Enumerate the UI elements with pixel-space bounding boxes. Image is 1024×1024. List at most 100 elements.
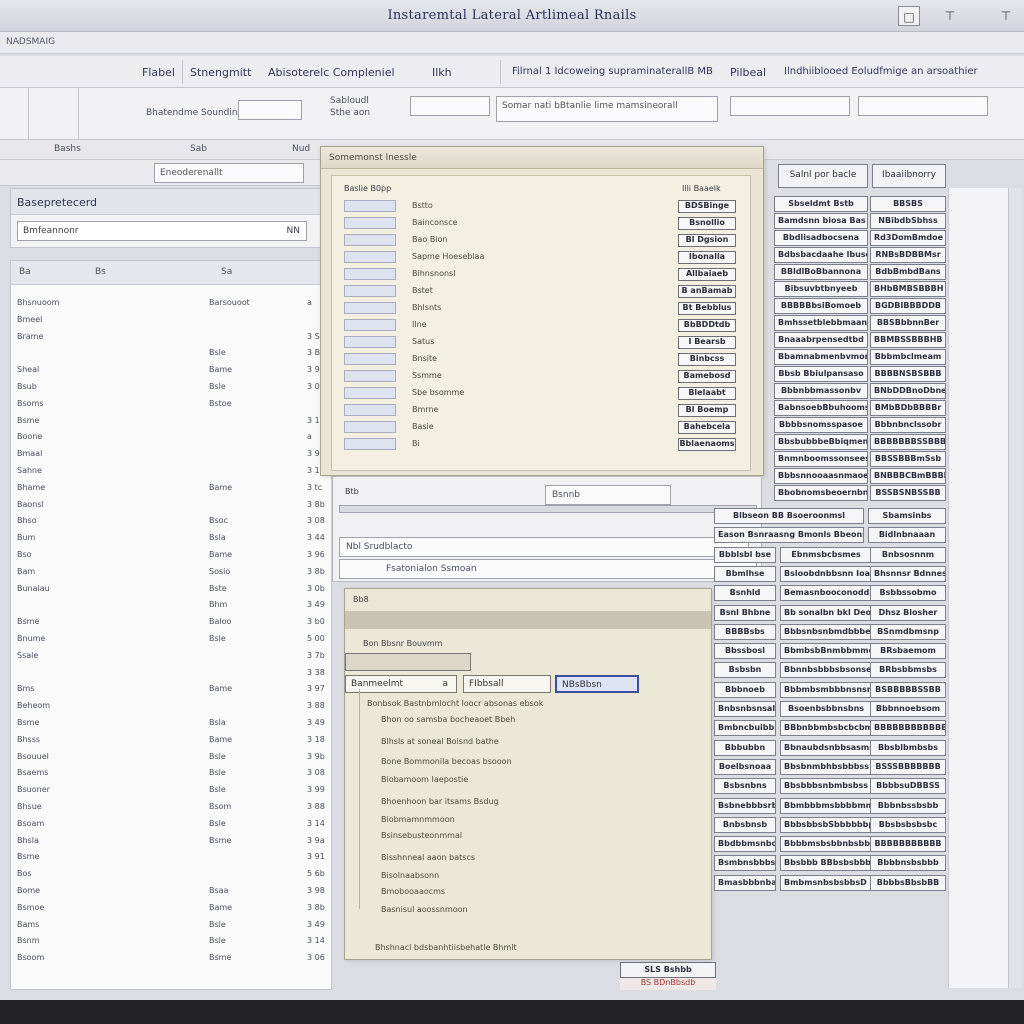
ribbon-field-2[interactable] <box>730 96 850 116</box>
grid-cell[interactable]: BBSSBBBmSsb <box>870 451 946 467</box>
panel-input[interactable]: Bmfeannonr NN <box>17 221 307 241</box>
grid-cell[interactable]: Bbmbbbmsbbbbmmaoe <box>780 797 872 814</box>
grid-cell[interactable]: Bbmlhse <box>714 565 776 582</box>
toolbar-item-6[interactable]: Ilndhiiblooed Eoludfmige an arsoathier <box>784 66 978 77</box>
grid-cell[interactable]: BRsbaemom <box>870 643 946 660</box>
list-row[interactable]: Bsmoe Bame 3 8b <box>11 900 331 916</box>
thumbnail[interactable] <box>344 217 396 229</box>
thumbnail[interactable] <box>344 251 396 263</box>
dialog-item[interactable]: Bainconsce <box>412 218 458 227</box>
grid-cell[interactable]: BNBBBCBmBBBE <box>870 468 946 484</box>
grid-cell[interactable]: Bsbnebbbsrb <box>714 797 776 814</box>
thumbnail[interactable] <box>344 404 396 416</box>
dialog-item[interactable]: Bao Bion <box>412 235 448 244</box>
list-row[interactable]: Bsle 3 B8 <box>11 345 331 361</box>
grid-cell[interactable]: Bsbsbn <box>714 662 776 679</box>
grid-cell[interactable]: Bbnnbsbbbsbsonse <box>780 662 872 679</box>
grid-header-1[interactable]: Ibaaiibnorry <box>872 164 946 188</box>
grid-cell[interactable]: Bbdlisadbocsena <box>774 230 868 246</box>
list-row[interactable]: Bsouuel Bsle 3 9b <box>11 749 331 765</box>
toolbar-item-2[interactable]: Abisoterelc Compleniel <box>268 66 395 79</box>
dialog-item[interactable]: Sapme Hoeseblaa <box>412 252 484 261</box>
pin-icon[interactable]: ⊤ <box>940 6 960 26</box>
grid-cell[interactable]: Bdbsbacdaahe lbuse <box>774 247 868 263</box>
grid-cell[interactable]: Bsloobdnbbsnn Ioaa <box>780 565 872 582</box>
list-row[interactable]: Bsme Baloo 3 b0 <box>11 614 331 630</box>
grid-cell[interactable]: RNBsBDBBMsr <box>870 247 946 263</box>
list-row[interactable]: Bsme 3 91 <box>11 849 331 865</box>
grid-cell[interactable]: Bbbmbclmeam <box>870 349 946 365</box>
grid-cell[interactable]: Ebnmsbcbsmes <box>780 546 872 563</box>
ribbon-input[interactable] <box>238 100 302 120</box>
detail-field-b[interactable]: FIbbsall <box>463 675 551 693</box>
grid-cell[interactable]: Bbbsnnooaasnmaoe <box>774 468 868 484</box>
thumbnail[interactable] <box>344 200 396 212</box>
grid-cell[interactable]: Bhsnnsr Bdnnes <box>870 565 946 582</box>
grid-cell[interactable]: BBBBNSBSBBB <box>870 366 946 382</box>
dialog-item[interactable]: Sbe bsomme <box>412 388 464 397</box>
grid-cell[interactable]: Bbnaubdsnbbsasms <box>780 739 872 756</box>
list-row[interactable]: Bsoom Bsme 3 06 <box>11 950 331 966</box>
grid-cell[interactable]: Eason Bsnraasng Bmonls Bbeonsboss <box>714 527 864 544</box>
list-row[interactable]: Beheom 3 88 <box>11 698 331 714</box>
dialog-item[interactable]: Bstet <box>412 286 433 295</box>
filter-input[interactable]: Eneoderenallt <box>154 163 304 183</box>
list-row[interactable]: Bhsue Bsom 3 88 <box>11 799 331 815</box>
list-row[interactable]: Boone a <box>11 429 331 445</box>
list-row[interactable]: Bam Sosio 3 8b <box>11 564 331 580</box>
thumbnail[interactable] <box>344 336 396 348</box>
list-row[interactable]: Brame 3 S1 <box>11 329 331 345</box>
grid-cell[interactable]: Bb sonalbn bkl Deoe <box>780 604 872 621</box>
vertical-scrollbar[interactable] <box>1008 188 1022 988</box>
grid-cell[interactable]: Dhsz Blosher <box>870 604 946 621</box>
grid-cell[interactable]: BHbBMBSBBBH <box>870 281 946 297</box>
grid-cell[interactable]: Sbamsinbs <box>868 508 946 524</box>
list-row[interactable]: Bso Bame 3 96 <box>11 547 331 563</box>
grid-cell[interactable]: Bibsuvbtbnyeeb <box>774 281 868 297</box>
grid-cell[interactable]: Bnbsnbsnsal <box>714 701 776 717</box>
thumbnail[interactable] <box>344 268 396 280</box>
grid-cell[interactable]: BBMBSSBBBHB <box>870 332 946 348</box>
ribbon-field[interactable] <box>410 96 490 116</box>
grid-cell[interactable]: Boelbsnoaa <box>714 758 776 775</box>
grid-cell[interactable]: Bbsbbbsnbmbsbss <box>780 778 872 795</box>
grid-cell[interactable]: Sbseldmt Bstb <box>774 196 868 212</box>
grid-cell[interactable]: Bsbsnbns <box>714 778 776 795</box>
list-row[interactable]: Bhsla Bsme 3 9a <box>11 833 331 849</box>
ribbon-field-3[interactable] <box>858 96 988 116</box>
thumbnail[interactable] <box>344 285 396 297</box>
dialog-item[interactable]: Bnsite <box>412 354 437 363</box>
grid-cell[interactable]: BbbbsBbsbBB <box>870 874 946 891</box>
list-row[interactable]: Bnume Bsle 5 00 <box>11 631 331 647</box>
list-col-2[interactable]: Sa <box>221 267 232 277</box>
grid-cell[interactable]: Bbsblbmbsbs <box>870 739 946 756</box>
grid-cell[interactable]: Bnaaabrpensedtbd <box>774 332 868 348</box>
list-col-0[interactable]: Ba <box>19 267 31 277</box>
grid-cell[interactable]: Rd3DomBmdoe <box>870 230 946 246</box>
list-row[interactable]: Bsnm Bsle 3 14 <box>11 933 331 949</box>
grid-cell[interactable]: Bbbnoeb <box>714 681 776 698</box>
toolbar-item-3[interactable]: Ilkh <box>432 66 452 79</box>
grid-cell[interactable]: Bbdbbmsnbobs <box>714 836 776 853</box>
grid-cell[interactable]: Bbbmbsmbbbnsnsnb <box>780 681 872 698</box>
grid-cell[interactable]: BdbBmbdBans <box>870 264 946 280</box>
list-col-1[interactable]: Bs <box>95 267 106 277</box>
detail-field-c[interactable]: NBsBbsn <box>555 675 639 693</box>
grid-cell[interactable]: Blbseon BB Bsoeroonmsl <box>714 508 864 524</box>
grid-cell[interactable]: Bsnhld <box>714 585 776 602</box>
grid-cell[interactable]: BBBBBbsiBomoeb <box>774 298 868 314</box>
grid-cell[interactable]: BGDBIBBBDDB <box>870 298 946 314</box>
grid-cell[interactable]: Bbssbosl <box>714 643 776 660</box>
list-row[interactable]: Bos 5 6b <box>11 866 331 882</box>
dialog-item[interactable]: Bi <box>412 439 420 448</box>
grid-cell[interactable]: Bbbbnsbsbbb <box>870 855 946 872</box>
list-row[interactable]: Baonsl 3 8b <box>11 497 331 513</box>
thumbnail[interactable] <box>344 319 396 331</box>
grid-cell[interactable]: BbbsbbsbSbbbbbbp <box>780 816 872 833</box>
list-row[interactable]: Bome Bsaa 3 98 <box>11 883 331 899</box>
list-row[interactable]: Bsme 3 11 <box>11 413 331 429</box>
list-row[interactable]: Bsuoner Bsle 3 99 <box>11 782 331 798</box>
grid-cell[interactable]: BRbsbbmsbs <box>870 662 946 679</box>
grid-cell[interactable]: BSnmdbmsnp <box>870 623 946 640</box>
dialog-item[interactable]: Ssmme <box>412 371 442 380</box>
